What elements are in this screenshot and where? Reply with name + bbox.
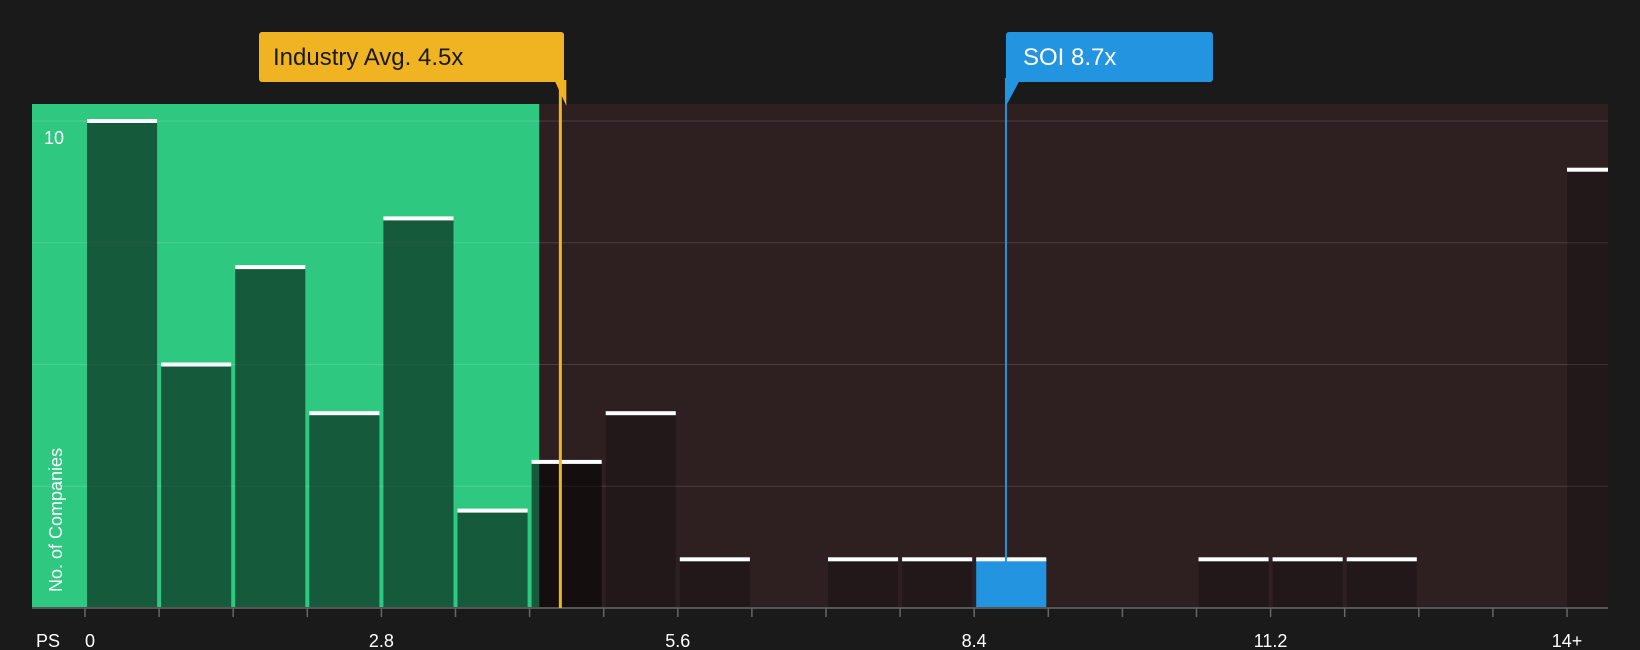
- x-tick-label: 2.8: [369, 631, 394, 650]
- company-label: SOI 8.7x: [1023, 44, 1116, 71]
- x-tick-label: 14+: [1552, 631, 1583, 650]
- x-tick-label: 5.6: [665, 631, 690, 650]
- bar: [309, 413, 380, 608]
- bar: [1567, 169, 1608, 608]
- x-axis-label: PS: [36, 631, 60, 650]
- y-axis-label: No. of Companies: [46, 448, 66, 592]
- bar-cap: [828, 557, 899, 562]
- bar: [1272, 559, 1343, 608]
- bar: [161, 364, 232, 608]
- bar: [1198, 559, 1269, 608]
- bar: [1346, 559, 1417, 608]
- bar-cap: [976, 557, 1047, 562]
- bar-cap: [531, 459, 602, 464]
- bar-cap: [383, 216, 454, 221]
- x-tick-label: 11.2: [1254, 631, 1288, 650]
- bar-cap: [902, 557, 973, 562]
- y-tick-label: 10: [44, 128, 64, 148]
- bar-cap: [605, 411, 676, 416]
- bar-cap: [309, 411, 380, 416]
- company-pointer: [1005, 80, 1020, 106]
- x-tick-label: 8.4: [962, 631, 987, 650]
- bar: [235, 267, 306, 608]
- overvalued-zone: [539, 104, 1608, 608]
- x-tick-label: 0: [85, 631, 95, 650]
- bar: [902, 559, 973, 608]
- bar: [679, 559, 750, 608]
- bar: [383, 218, 454, 608]
- industry-avg-label: Industry Avg. 4.5x: [273, 44, 463, 71]
- bar: [457, 510, 528, 608]
- ps-histogram-chart: 0 2.8 5.6 8.4 11.2 14+ 10 No. of Companies PS…: [32, 32, 1608, 650]
- bar-cap: [679, 557, 750, 562]
- bar-cap: [1346, 557, 1417, 562]
- bar: [605, 413, 676, 608]
- bar: [531, 461, 602, 608]
- bar: [87, 121, 158, 608]
- bar-cap: [1567, 167, 1608, 172]
- bar-cap: [1272, 557, 1343, 562]
- bar-cap: [87, 119, 158, 123]
- bar: [828, 559, 899, 608]
- bar-cap: [1198, 557, 1269, 562]
- x-ticks: 0 2.8 5.6 8.4 11.2 14+: [84, 608, 1583, 650]
- bar-company: [976, 559, 1047, 608]
- bar-cap: [161, 362, 232, 367]
- bar-cap: [235, 265, 306, 270]
- bar-cap: [457, 508, 528, 513]
